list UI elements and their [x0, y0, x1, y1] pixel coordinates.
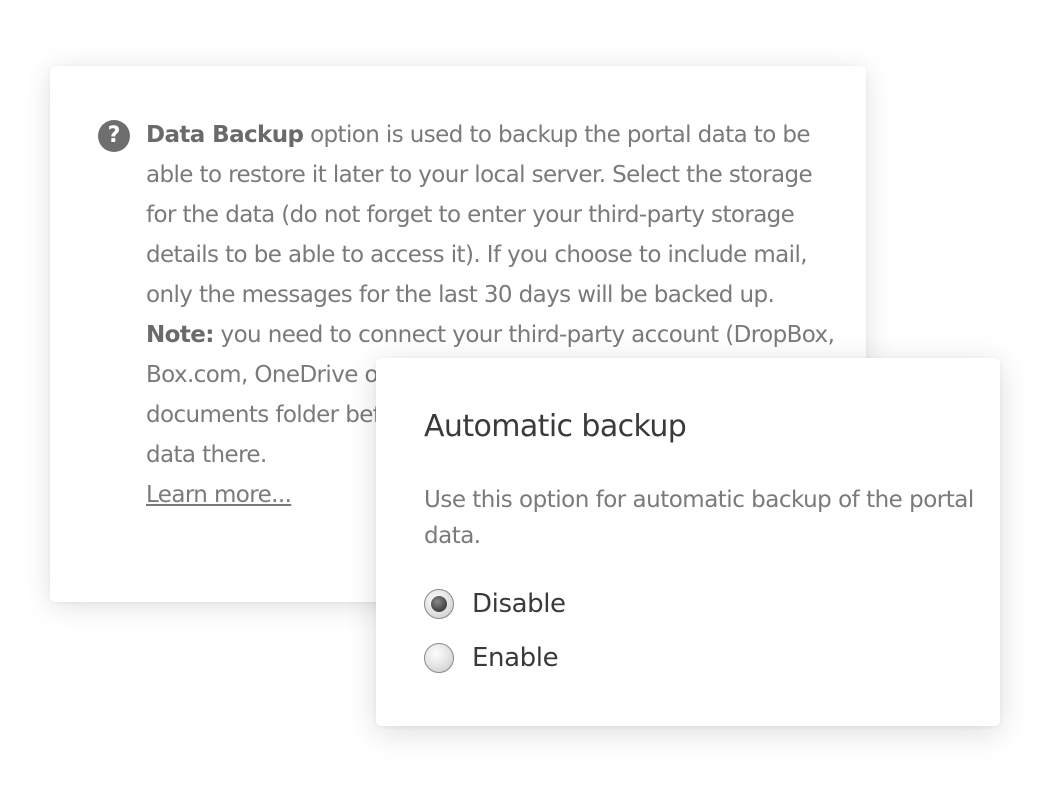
question-circle-icon: ? — [98, 120, 130, 152]
help-body: option is used to backup the portal data… — [146, 122, 813, 308]
automatic-backup-title: Automatic backup — [424, 409, 687, 444]
learn-more-link[interactable]: Learn more... — [146, 482, 292, 508]
radio-option-disable[interactable]: Disable — [424, 589, 566, 619]
disable-radio-button[interactable] — [424, 589, 454, 619]
automatic-backup-description: Use this option for automatic backup of … — [424, 487, 974, 549]
note-label: Note: — [146, 322, 214, 348]
automatic-backup-card: Automatic backup Use this option for aut… — [376, 358, 1000, 726]
enable-radio-label[interactable]: Enable — [472, 643, 559, 673]
disable-radio-label[interactable]: Disable — [472, 589, 566, 619]
help-title: Data Backup — [146, 122, 304, 148]
radio-option-enable[interactable]: Enable — [424, 643, 559, 673]
enable-radio-button[interactable] — [424, 643, 454, 673]
